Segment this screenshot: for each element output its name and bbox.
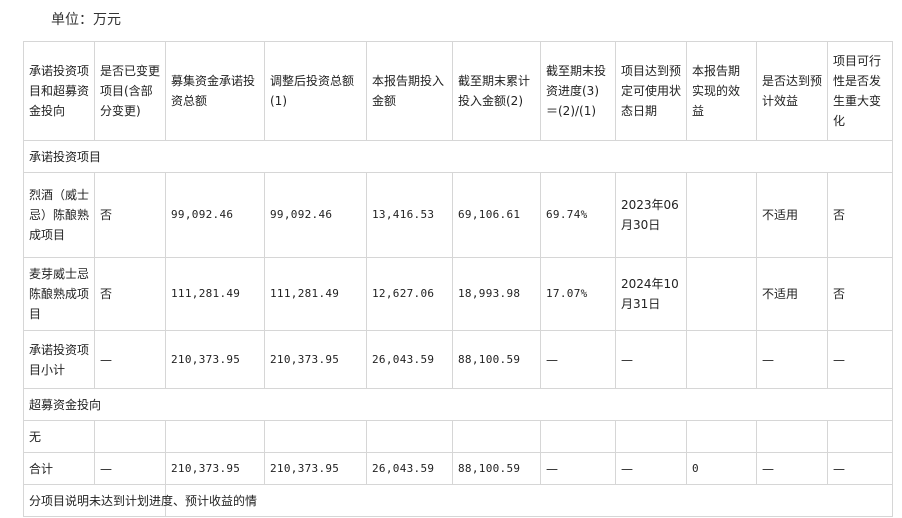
section-row-committed: 承诺投资项目 — [23, 140, 893, 173]
cell-project-name: 麦芽威士忌陈酿熟成项目 — [23, 257, 95, 331]
header-benefit-met: 是否达到预计效益 — [756, 41, 828, 141]
header-feasibility-change: 项目可行性是否发生重大变化 — [827, 41, 893, 141]
unit-label: 单位：万元 — [51, 12, 121, 28]
table-row-total: 合计 — 210,373.95 210,373.95 26,043.59 88,… — [23, 452, 893, 485]
header-progress: 截至期末投资进度(3)＝(2)/(1) — [540, 41, 616, 141]
cell-period-benefit: 0 — [686, 452, 757, 485]
header-period-benefit: 本报告期实现的效益 — [686, 41, 757, 141]
cell-period-input: 13,416.53 — [366, 172, 453, 258]
cell-ready-date: — — [615, 452, 687, 485]
cell-committed-total: 111,281.49 — [165, 257, 265, 331]
cell-adjusted-total: 111,281.49 — [264, 257, 367, 331]
cell-feasibility-change: — — [827, 330, 893, 389]
cell-progress: 17.07% — [540, 257, 616, 331]
cell-project-name: 烈酒（威士忌）陈酿熟成项目 — [23, 172, 95, 258]
cell-cumulative-input: 88,100.59 — [452, 330, 541, 389]
cell-changed: 否 — [94, 172, 166, 258]
table-row-none: 无 — [23, 420, 893, 453]
header-cumulative-input: 截至期末累计投入金额(2) — [452, 41, 541, 141]
header-adjusted-total: 调整后投资总额(1) — [264, 41, 367, 141]
cell-changed: — — [94, 452, 166, 485]
section-label-committed: 承诺投资项目 — [23, 140, 893, 173]
cell-period-input: 12,627.06 — [366, 257, 453, 331]
cell-cumulative-input: 88,100.59 — [452, 452, 541, 485]
header-ready-date: 项目达到预定可使用状态日期 — [615, 41, 687, 141]
section-label-overraised: 超募资金投向 — [23, 388, 893, 421]
cell-progress: — — [540, 452, 616, 485]
cell-adjusted-total: 210,373.95 — [264, 452, 367, 485]
table-row: 烈酒（威士忌）陈酿熟成项目 否 99,092.46 99,092.46 13,4… — [23, 172, 893, 258]
cell-adjusted-total: 99,092.46 — [264, 172, 367, 258]
cell-period-input: 26,043.59 — [366, 452, 453, 485]
cell-committed-total: 210,373.95 — [165, 330, 265, 389]
cell-project-name: 无 — [23, 420, 95, 453]
table-row-subtotal: 承诺投资项目小计 — 210,373.95 210,373.95 26,043.… — [23, 330, 893, 389]
cell-period-benefit — [686, 172, 757, 258]
cell-feasibility-change: 否 — [827, 257, 893, 331]
cell-feasibility-change: — — [827, 452, 893, 485]
cell-committed-total: 210,373.95 — [165, 452, 265, 485]
cell-progress: — — [540, 330, 616, 389]
cell-benefit-met: — — [756, 330, 828, 389]
header-project: 承诺投资项目和超募资金投向 — [23, 41, 95, 141]
header-row: 承诺投资项目和超募资金投向 是否已变更项目(含部分变更) 募集资金承诺投资总额 … — [23, 41, 893, 141]
header-period-input: 本报告期投入金额 — [366, 41, 453, 141]
table-row: 麦芽威士忌陈酿熟成项目 否 111,281.49 111,281.49 12,6… — [23, 257, 893, 331]
cell-project-name: 合计 — [23, 452, 95, 485]
cell-ready-date: 2024年10月31日 — [615, 257, 687, 331]
cell-changed: — — [94, 330, 166, 389]
cell-benefit-met: — — [756, 452, 828, 485]
fund-usage-table: 承诺投资项目和超募资金投向 是否已变更项目(含部分变更) 募集资金承诺投资总额 … — [23, 41, 893, 517]
cell-changed: 否 — [94, 257, 166, 331]
table-row-explanation: 分项目说明未达到计划进度、预计收益的情 — [23, 484, 893, 517]
cell-explanation-label: 分项目说明未达到计划进度、预计收益的情 — [23, 484, 257, 517]
header-committed-total: 募集资金承诺投资总额 — [165, 41, 265, 141]
cell-committed-total: 99,092.46 — [165, 172, 265, 258]
cell-progress: 69.74% — [540, 172, 616, 258]
section-row-overraised: 超募资金投向 — [23, 388, 893, 421]
cell-cumulative-input: 69,106.61 — [452, 172, 541, 258]
cell-period-benefit — [686, 257, 757, 331]
cell-benefit-met: 不适用 — [756, 257, 828, 331]
cell-feasibility-change: 否 — [827, 172, 893, 258]
cell-project-name: 承诺投资项目小计 — [23, 330, 95, 389]
header-changed: 是否已变更项目(含部分变更) — [94, 41, 166, 141]
cell-period-input: 26,043.59 — [366, 330, 453, 389]
cell-cumulative-input: 18,993.98 — [452, 257, 541, 331]
cell-period-benefit — [686, 330, 757, 389]
cell-ready-date: 2023年06月30日 — [615, 172, 687, 258]
cell-adjusted-total: 210,373.95 — [264, 330, 367, 389]
cell-benefit-met: 不适用 — [756, 172, 828, 258]
cell-ready-date: — — [615, 330, 687, 389]
